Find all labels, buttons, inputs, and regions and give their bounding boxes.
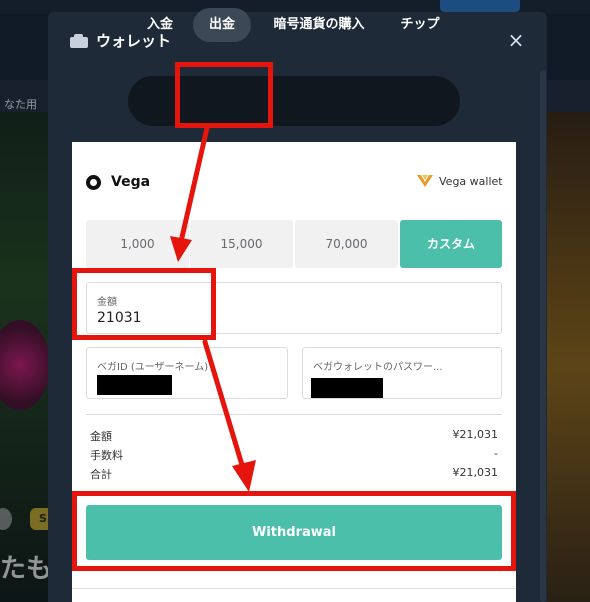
vega-wallet-logo: Vega wallet: [416, 174, 503, 188]
vega-id-field-label: ベガID (ユーザーネーム): [97, 362, 209, 373]
close-icon[interactable]: ×: [506, 30, 526, 50]
annotation-box-withdraw-button: [72, 491, 516, 571]
amount-preset-1000[interactable]: 1,000: [86, 220, 189, 268]
summary-total-label: 合計: [90, 468, 112, 481]
wallet-icon: [70, 33, 88, 48]
annotation-box-withdraw-tab: [175, 62, 273, 128]
summary-amount-label: 金額: [90, 430, 112, 443]
tab-tip[interactable]: チップ: [390, 8, 450, 42]
payment-method-option[interactable]: Vega: [86, 174, 150, 190]
vega-password-field-label: ベガウォレットのパスワー...: [313, 362, 443, 373]
amount-preset-15000[interactable]: 15,000: [190, 220, 293, 268]
panel-bottom-divider: [72, 588, 516, 589]
vega-password-field[interactable]: ベガウォレットのパスワー...: [302, 347, 502, 399]
modal-scrollbar[interactable]: [540, 70, 546, 602]
radio-selected-icon[interactable]: [86, 174, 101, 190]
vega-id-field[interactable]: ベガID (ユーザーネーム): [86, 347, 288, 399]
payment-method-name: Vega: [111, 174, 151, 190]
summary-total-value: ¥21,031: [452, 466, 499, 479]
tab-withdraw[interactable]: 出金: [193, 8, 251, 42]
redacted-value: [311, 378, 383, 398]
summary-fee-value: -: [494, 447, 498, 460]
summary-fee-label: 手数料: [90, 449, 123, 462]
tab-buy-crypto[interactable]: 暗号通貨の購入: [263, 8, 375, 42]
redacted-value: [97, 375, 172, 395]
vega-logo-icon: [417, 175, 433, 187]
amount-preset-custom[interactable]: カスタム: [400, 220, 502, 268]
amount-preset-70000[interactable]: 70,000: [295, 220, 398, 268]
summary-divider: [86, 414, 502, 415]
annotation-box-amount-field: [72, 268, 216, 340]
summary-amount-value: ¥21,031: [452, 428, 499, 441]
tab-deposit[interactable]: 入金: [140, 8, 180, 42]
vega-wallet-label: Vega wallet: [439, 174, 503, 188]
